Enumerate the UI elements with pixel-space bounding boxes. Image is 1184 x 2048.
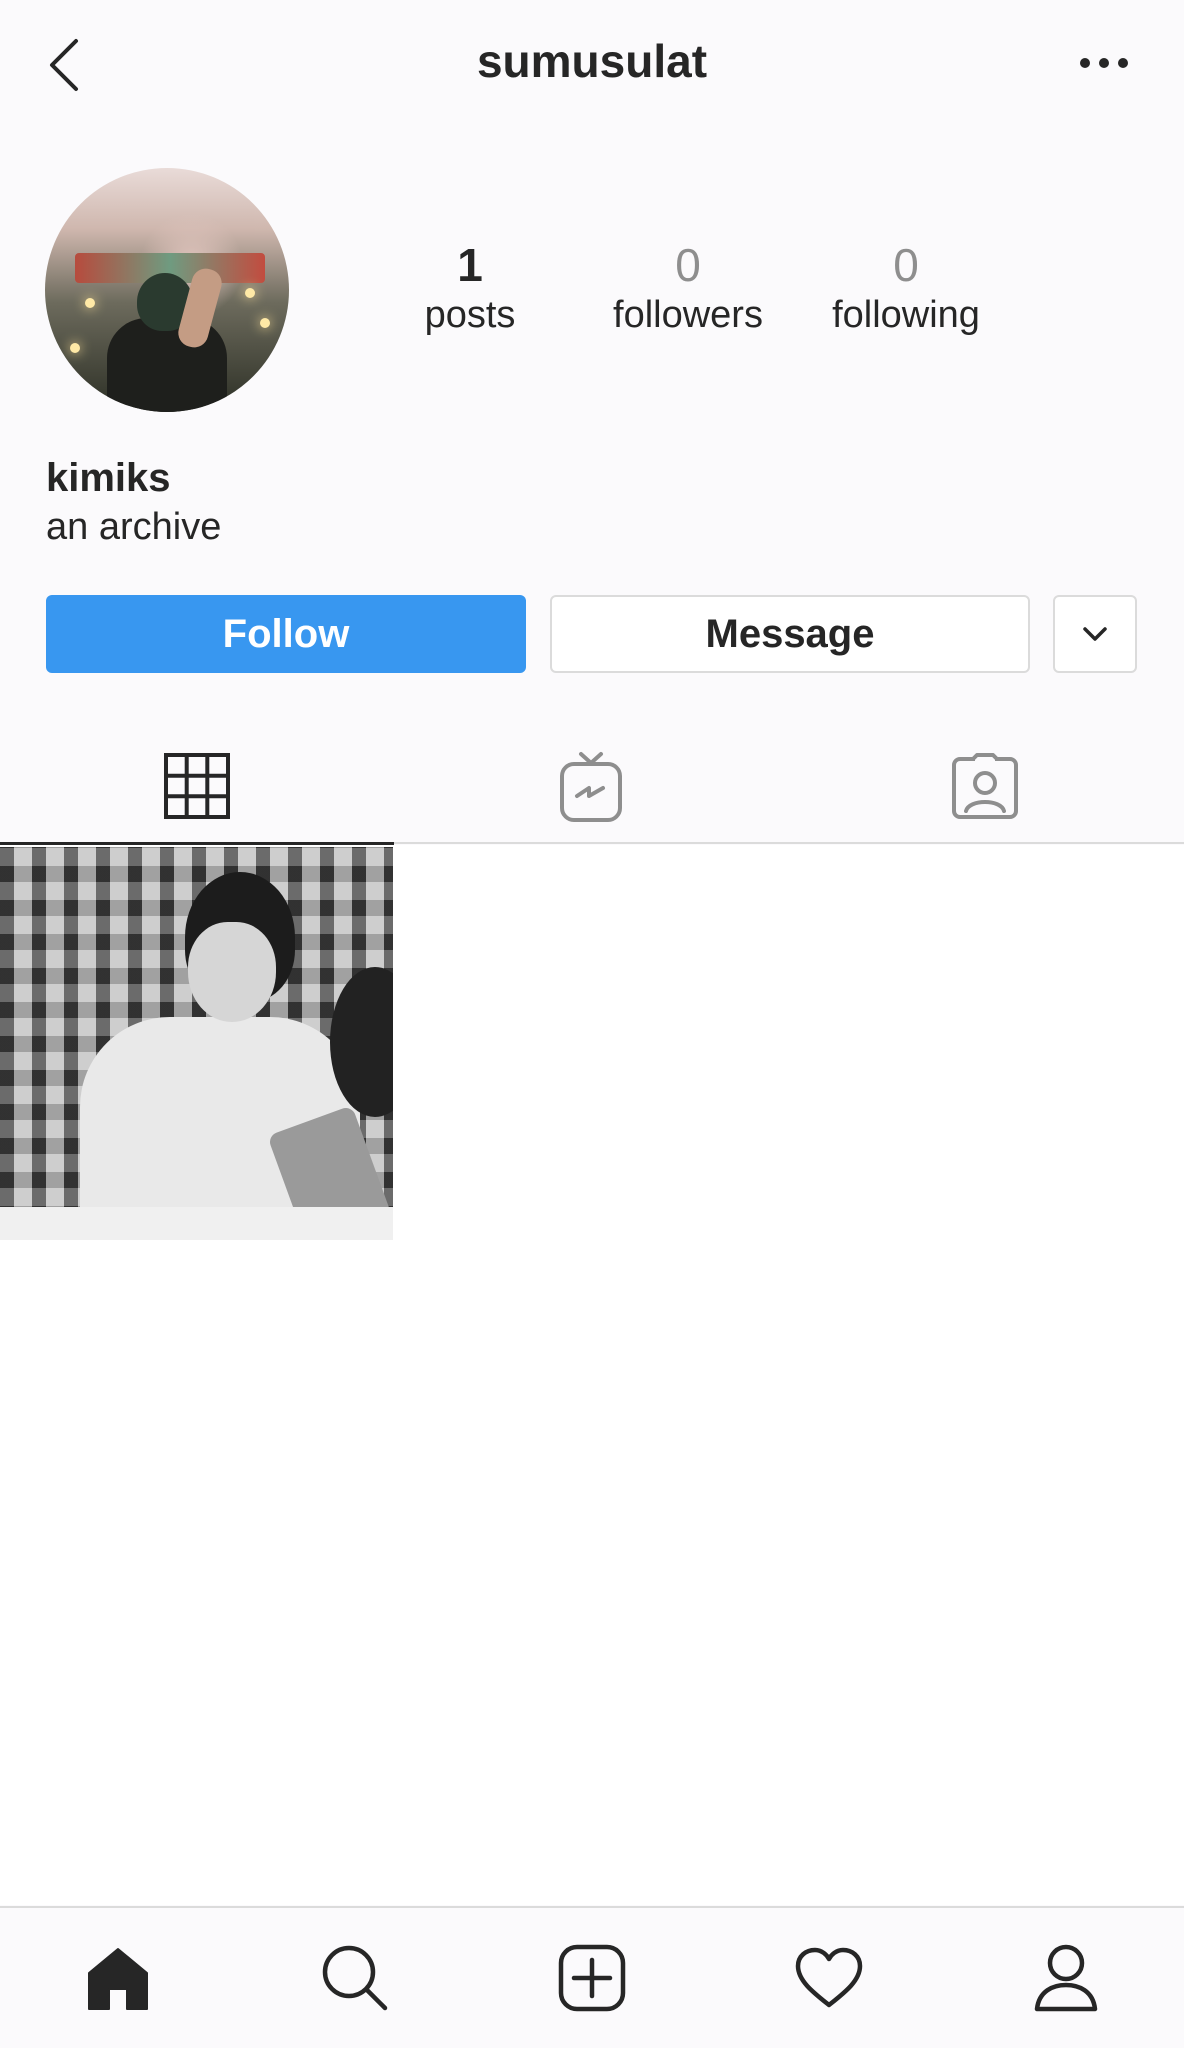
posts-label: posts: [424, 294, 516, 336]
more-options-button[interactable]: [1074, 36, 1134, 90]
avatar-light-2: [245, 288, 255, 298]
avatar-light-3: [260, 318, 270, 328]
top-bar: sumusulat: [0, 0, 1184, 130]
profile-icon: [1034, 1944, 1098, 2012]
add-post-icon: [558, 1944, 626, 2012]
avatar-light-4: [70, 343, 80, 353]
tab-tagged[interactable]: [788, 730, 1182, 844]
bio-text: an archive: [46, 506, 222, 548]
posts-count: 1: [457, 239, 483, 291]
posts-grid: [0, 845, 1184, 1905]
nav-activity[interactable]: [711, 1908, 947, 2048]
search-icon: [322, 1945, 388, 2011]
suggested-dropdown-button[interactable]: [1053, 595, 1137, 673]
followers-count: 0: [675, 239, 701, 291]
profile-tabs: [0, 730, 1184, 845]
nav-profile[interactable]: [948, 1908, 1184, 2048]
profile-username: sumusulat: [476, 35, 708, 87]
more-horizontal-icon: [1080, 58, 1128, 68]
posts-stat[interactable]: 1 posts: [370, 240, 570, 340]
display-name: kimiks: [46, 456, 171, 500]
chevron-down-icon: [1083, 627, 1107, 641]
profile-stats: 1 posts 0 followers 0 following: [370, 240, 990, 350]
following-stat[interactable]: 0 following: [806, 240, 1006, 340]
bottom-navigation: [0, 1906, 1184, 2048]
post-table: [0, 1207, 393, 1240]
avatar-light-1: [85, 298, 95, 308]
follow-button[interactable]: Follow: [46, 595, 526, 673]
igtv-icon: [560, 752, 622, 822]
followers-stat[interactable]: 0 followers: [588, 240, 788, 340]
avatar[interactable]: [45, 168, 289, 412]
heart-icon: [795, 1947, 863, 2008]
grid-icon: [164, 753, 230, 819]
nav-home[interactable]: [0, 1908, 236, 2048]
nav-search[interactable]: [237, 1908, 473, 2048]
post-person-face: [188, 922, 276, 1022]
following-count: 0: [893, 239, 919, 291]
followers-label: followers: [613, 294, 763, 336]
tab-igtv[interactable]: [394, 730, 788, 844]
home-icon: [88, 1948, 148, 2010]
following-label: following: [832, 294, 980, 336]
message-button[interactable]: Message: [550, 595, 1030, 673]
tagged-icon: [952, 753, 1018, 819]
profile-page: sumusulat 1 posts 0 followers 0 followin…: [0, 0, 1184, 2048]
post-thumbnail[interactable]: [0, 847, 393, 1240]
nav-new-post[interactable]: [474, 1908, 710, 2048]
tab-grid[interactable]: [0, 730, 394, 845]
